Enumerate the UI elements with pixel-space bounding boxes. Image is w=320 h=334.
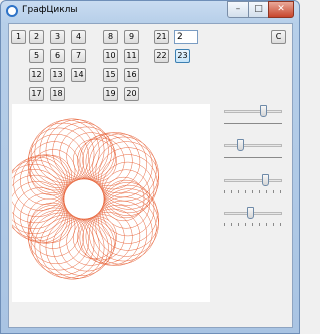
clear-button[interactable]: C: [271, 30, 286, 44]
button-2[interactable]: 2: [29, 30, 44, 44]
button-1[interactable]: 1: [11, 30, 26, 44]
window-title: ГрафЦиклы: [22, 5, 78, 15]
button-10[interactable]: 10: [103, 49, 118, 63]
maximize-button[interactable]: □: [248, 1, 269, 18]
slider-thumb[interactable]: [237, 139, 244, 151]
button-9[interactable]: 9: [124, 30, 139, 44]
slider-track: [224, 179, 282, 182]
slider-2[interactable]: [224, 139, 282, 163]
button-18[interactable]: 18: [50, 87, 65, 101]
spirograph-curve: [2, 118, 160, 280]
drawing-canvas[interactable]: [2, 104, 210, 302]
title-bar[interactable]: ГрафЦиклы – □ ✕: [1, 1, 299, 23]
button-23[interactable]: 23: [175, 49, 190, 63]
button-14[interactable]: 14: [71, 68, 86, 82]
client-area: 1 2 3 4 8 9 21 2 C 5 6 7 10 11 22 23 12 …: [2, 23, 293, 328]
button-7[interactable]: 7: [71, 49, 86, 63]
slider-track: [224, 144, 282, 147]
button-17[interactable]: 17: [29, 87, 44, 101]
button-8[interactable]: 8: [103, 30, 118, 44]
slider-ticks: [224, 223, 282, 226]
button-15[interactable]: 15: [103, 68, 118, 82]
slider-thumb[interactable]: [247, 207, 254, 219]
slider-ticks: [224, 121, 282, 124]
slider-thumb[interactable]: [260, 105, 267, 117]
button-6[interactable]: 6: [50, 49, 65, 63]
button-5[interactable]: 5: [29, 49, 44, 63]
button-4[interactable]: 4: [71, 30, 86, 44]
slider-thumb[interactable]: [262, 174, 269, 186]
button-16[interactable]: 16: [124, 68, 139, 82]
number-input[interactable]: 2: [174, 30, 198, 44]
button-21[interactable]: 21: [154, 30, 169, 44]
slider-3[interactable]: [224, 174, 282, 198]
minimize-button[interactable]: –: [227, 1, 249, 18]
button-22[interactable]: 22: [154, 49, 169, 63]
app-icon: [6, 5, 18, 17]
slider-ticks: [224, 155, 282, 158]
app-window: ГрафЦиклы – □ ✕ 1 2 3 4 8 9 21 2 C 5 6 7…: [0, 0, 300, 334]
spirograph-figure: [2, 118, 160, 280]
slider-track: [224, 110, 282, 113]
slider-1[interactable]: [224, 105, 282, 129]
slider-4[interactable]: [224, 207, 282, 231]
button-13[interactable]: 13: [50, 68, 65, 82]
slider-ticks: [224, 190, 282, 193]
button-12[interactable]: 12: [29, 68, 44, 82]
button-3[interactable]: 3: [50, 30, 65, 44]
close-button[interactable]: ✕: [268, 1, 294, 18]
button-19[interactable]: 19: [103, 87, 118, 101]
button-11[interactable]: 11: [124, 49, 139, 63]
button-20[interactable]: 20: [124, 87, 139, 101]
